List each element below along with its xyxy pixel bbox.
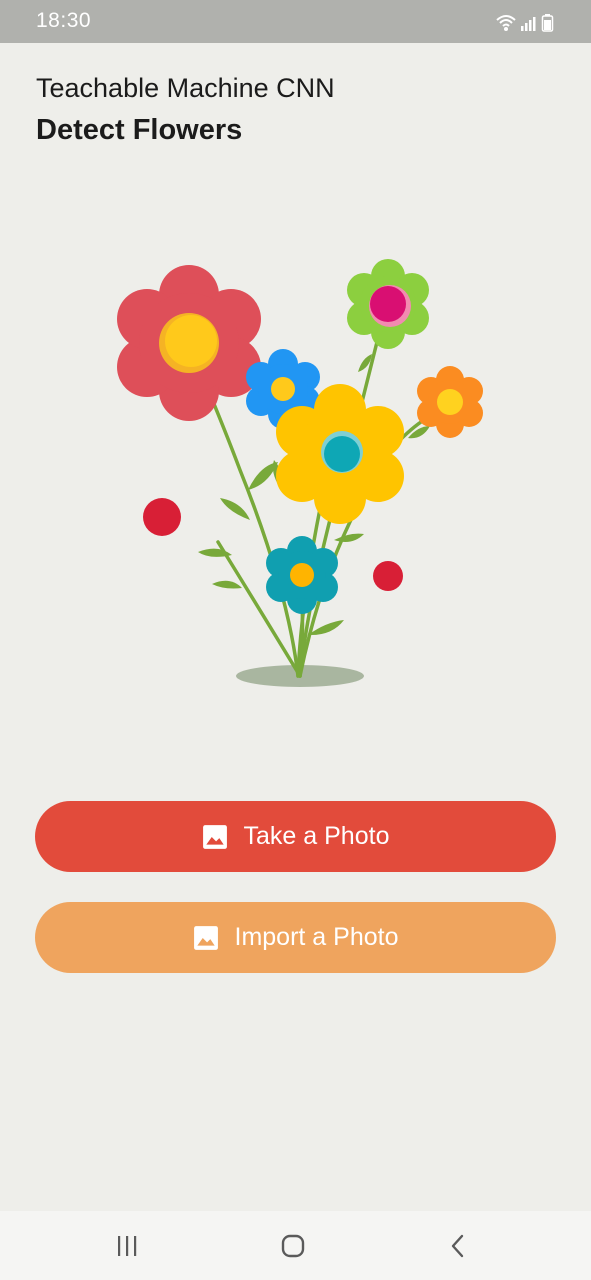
home-button[interactable] bbox=[273, 1229, 313, 1263]
signal-icon bbox=[521, 17, 536, 31]
red-flower bbox=[117, 265, 261, 421]
image-icon bbox=[193, 925, 218, 950]
take-photo-button[interactable]: Take a Photo bbox=[35, 801, 556, 872]
recent-apps-icon bbox=[118, 1236, 137, 1256]
recent-apps-button[interactable] bbox=[107, 1229, 147, 1263]
import-photo-button[interactable]: Import a Photo bbox=[35, 902, 556, 973]
red-berry bbox=[143, 498, 181, 536]
status-time: 18:30 bbox=[36, 9, 92, 32]
page-title: Detect Flowers bbox=[36, 114, 243, 146]
import-photo-label: Import a Photo bbox=[234, 923, 399, 951]
battery-icon bbox=[541, 14, 554, 32]
flower-bouquet-illustration bbox=[117, 259, 483, 687]
app-subtitle: Teachable Machine CNN bbox=[36, 73, 335, 103]
home-icon bbox=[281, 1234, 305, 1258]
system-nav-bar bbox=[0, 1211, 591, 1280]
wifi-icon bbox=[496, 15, 516, 27]
status-bar: 18:30 bbox=[0, 0, 591, 43]
back-button[interactable] bbox=[438, 1229, 478, 1263]
lime-flower bbox=[347, 259, 429, 349]
status-icons bbox=[496, 14, 554, 32]
teal-flower bbox=[266, 536, 338, 614]
back-icon bbox=[451, 1234, 464, 1258]
take-photo-label: Take a Photo bbox=[243, 822, 390, 850]
header: Teachable Machine CNN Detect Flowers bbox=[36, 72, 335, 147]
image-icon bbox=[202, 824, 227, 849]
red-berry bbox=[373, 561, 403, 591]
